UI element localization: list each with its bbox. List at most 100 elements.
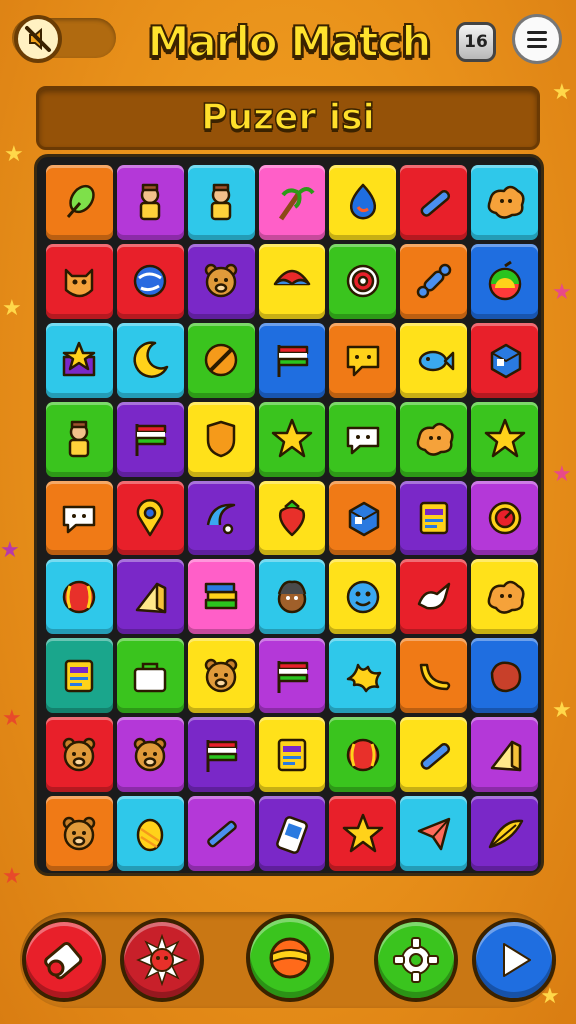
board-tile[interactable] <box>187 322 255 398</box>
ball-booster-button[interactable] <box>246 914 334 1002</box>
board-tile[interactable] <box>471 559 538 635</box>
board-tile[interactable] <box>187 401 255 477</box>
game-title: Marlo Match <box>147 16 433 67</box>
card-icon <box>277 738 307 771</box>
bear-icon <box>204 264 238 298</box>
board-tile[interactable] <box>258 796 326 871</box>
box-star-icon <box>63 341 96 377</box>
board-tile[interactable] <box>400 559 468 635</box>
hamburger-icon-line <box>527 30 547 34</box>
board-tile[interactable] <box>400 165 468 240</box>
board-tile[interactable] <box>187 165 255 240</box>
board-tile[interactable] <box>471 243 538 319</box>
board-tile[interactable] <box>471 322 538 398</box>
menu-button[interactable] <box>512 14 562 64</box>
board-tile[interactable] <box>471 165 538 240</box>
settings-button[interactable] <box>374 918 458 1002</box>
board-tile[interactable] <box>329 638 397 714</box>
board-tile[interactable] <box>46 322 113 398</box>
board-tile[interactable] <box>258 717 326 793</box>
board-tile[interactable] <box>258 638 326 714</box>
ball-icon <box>269 937 311 979</box>
board-tile[interactable] <box>46 717 113 793</box>
board-tile[interactable] <box>46 638 113 714</box>
board-tile[interactable] <box>329 401 397 477</box>
board-tile[interactable] <box>258 165 326 240</box>
top-bar: Marlo Match 16 <box>0 0 576 82</box>
board-tile[interactable] <box>187 559 255 635</box>
star-icon <box>484 418 525 458</box>
background-star-decoration: ★ <box>2 296 22 321</box>
board-tile[interactable] <box>471 638 538 714</box>
board-tile[interactable] <box>400 480 468 556</box>
board-tile[interactable] <box>400 243 468 319</box>
board-tile[interactable] <box>116 638 184 714</box>
card-icon <box>419 501 448 535</box>
board-tile[interactable] <box>258 559 326 635</box>
whistle-booster-button[interactable] <box>22 918 106 1002</box>
board-tile[interactable] <box>329 480 397 556</box>
mute-button[interactable] <box>14 15 62 63</box>
background-star-decoration: ★ <box>0 538 20 563</box>
board-tile[interactable] <box>329 559 397 635</box>
doll-icon <box>69 420 90 458</box>
doll-icon <box>210 184 232 221</box>
board-tile[interactable] <box>116 401 184 477</box>
board-tile[interactable] <box>471 717 538 793</box>
board-tile[interactable] <box>400 638 468 714</box>
board-tile[interactable] <box>187 480 255 556</box>
board-tile[interactable] <box>329 165 397 240</box>
shield-icon <box>206 420 236 458</box>
game-board <box>34 154 544 876</box>
board-tile[interactable] <box>116 480 184 556</box>
wand-icon <box>420 190 450 218</box>
umbrella-icon <box>273 270 311 286</box>
board-tile[interactable] <box>329 717 397 793</box>
board-tile[interactable] <box>187 638 255 714</box>
creature-icon <box>65 269 94 298</box>
board-tile[interactable] <box>46 243 113 319</box>
board-tile[interactable] <box>46 165 113 240</box>
globe-icon <box>134 265 167 298</box>
board-tile[interactable] <box>116 717 184 793</box>
flag-icon <box>277 660 309 693</box>
bear-icon <box>63 816 96 850</box>
kite-icon <box>417 817 450 850</box>
board-tile[interactable] <box>116 165 184 240</box>
board-tile[interactable] <box>116 322 184 398</box>
board-tile[interactable] <box>258 480 326 556</box>
board-tile[interactable] <box>46 480 113 556</box>
swirl-icon <box>206 503 236 535</box>
banana-icon <box>419 663 450 691</box>
board-tile[interactable] <box>116 243 184 319</box>
board-tile[interactable] <box>400 401 468 477</box>
board-tile[interactable] <box>471 401 538 477</box>
sun-booster-button[interactable] <box>120 918 204 1002</box>
feather-icon <box>488 819 523 848</box>
splash-icon <box>346 663 382 693</box>
board-tile[interactable] <box>258 401 326 477</box>
sun-icon <box>136 934 188 986</box>
board-tile[interactable] <box>46 559 113 635</box>
board-tile[interactable] <box>471 480 538 556</box>
board-tile[interactable] <box>329 243 397 319</box>
board-tile[interactable] <box>116 559 184 635</box>
egg-icon <box>137 818 164 851</box>
board-tile[interactable] <box>400 717 468 793</box>
board-tile[interactable] <box>116 796 184 871</box>
board-tile[interactable] <box>46 796 113 871</box>
board-tile[interactable] <box>187 717 255 793</box>
board-tile[interactable] <box>258 322 326 398</box>
board-tile[interactable] <box>400 322 468 398</box>
board-tile[interactable] <box>258 243 326 319</box>
board-tile[interactable] <box>187 796 255 871</box>
board-tile[interactable] <box>400 796 468 871</box>
play-button[interactable] <box>472 918 556 1002</box>
board-tile[interactable] <box>329 322 397 398</box>
board-tile[interactable] <box>471 796 538 871</box>
board-tile[interactable] <box>187 243 255 319</box>
board-tile[interactable] <box>329 796 397 871</box>
tile-grid <box>46 165 538 871</box>
bag-icon <box>134 662 167 693</box>
board-tile[interactable] <box>46 401 113 477</box>
